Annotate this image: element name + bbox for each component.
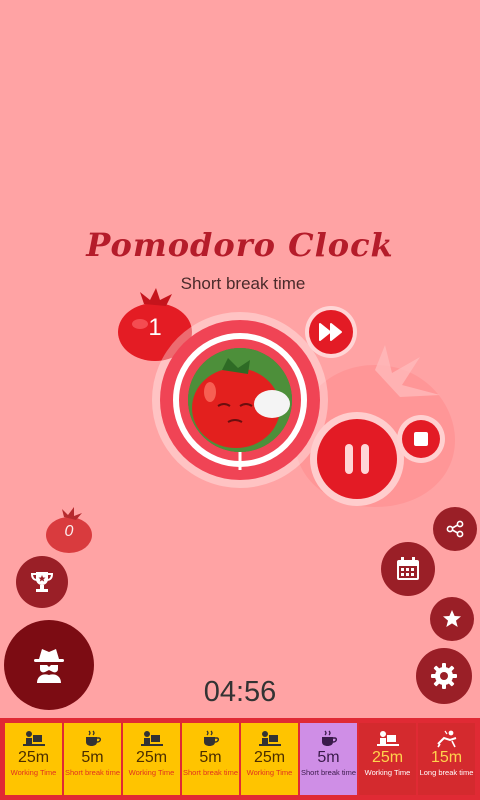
- schedule-item-work-3[interactable]: 25m Working Time: [241, 723, 298, 795]
- schedule-item-minutes: 25m: [371, 749, 404, 766]
- coffee-cup-icon: [85, 730, 101, 746]
- schedule-item-label: Short break time: [182, 768, 239, 777]
- session-status: Short break time: [180, 274, 306, 293]
- schedule-item-minutes: 25m: [135, 749, 168, 766]
- skip-button[interactable]: [305, 306, 357, 358]
- schedule-item-minutes: 25m: [253, 749, 286, 766]
- working-desk-icon: [140, 731, 163, 746]
- schedule-item-label: Working Time: [246, 768, 293, 777]
- schedule-item-minutes: 5m: [199, 749, 222, 766]
- schedule-item-label: Working Time: [10, 768, 57, 777]
- working-desk-icon: [22, 731, 45, 746]
- schedule-item-work-2[interactable]: 25m Working Time: [123, 723, 180, 795]
- sleeping-tomato-icon: [188, 348, 292, 452]
- working-desk-icon: [258, 731, 281, 746]
- schedule-item-break-2[interactable]: 5m Short break time: [182, 723, 239, 795]
- coffee-cup-icon: [203, 730, 219, 746]
- stop-icon: [414, 432, 428, 446]
- schedule-item-work-4[interactable]: 25m Working Time: [359, 723, 416, 795]
- share-button[interactable]: [433, 507, 477, 551]
- schedule-item-label: Working Time: [364, 768, 411, 777]
- calendar-icon: [397, 557, 419, 580]
- achievements-button[interactable]: [16, 556, 68, 608]
- schedule-item-break-1[interactable]: 5m Short break time: [64, 723, 121, 795]
- pause-icon: [345, 444, 369, 474]
- app-title: Pomodoro Clock: [86, 226, 394, 264]
- schedule-item-label: Short break time: [64, 768, 121, 777]
- session-schedule-bar: 25m Working Time 5m Short break time 25m…: [0, 718, 480, 800]
- fast-forward-icon: [319, 323, 342, 341]
- schedule-item-minutes: 5m: [317, 749, 340, 766]
- schedule-item-long-break[interactable]: 15m Long break time: [418, 723, 475, 795]
- tomato-mascot-face: [188, 348, 292, 452]
- schedule-item-label: Working Time: [128, 768, 175, 777]
- stop-button[interactable]: [397, 415, 445, 463]
- star-icon: [443, 610, 461, 627]
- countdown-timer: 04:56: [203, 676, 277, 708]
- schedule-item-minutes: 25m: [17, 749, 50, 766]
- working-desk-icon: [376, 731, 399, 746]
- schedule-item-work-1[interactable]: 25m Working Time: [5, 723, 62, 795]
- coffee-cup-icon: [321, 730, 337, 746]
- pause-button[interactable]: [310, 412, 404, 506]
- schedule-item-minutes: 15m: [430, 749, 463, 766]
- trophy-icon: [30, 572, 54, 592]
- schedule-item-label: Long break time: [419, 768, 474, 777]
- favorite-button[interactable]: [430, 597, 474, 641]
- schedule-item-label: Short break time: [300, 768, 357, 777]
- share-icon: [446, 520, 464, 538]
- lounge-chair-icon: [436, 730, 456, 748]
- secondary-count-value: 0: [64, 523, 74, 540]
- schedule-item-minutes: 5m: [81, 749, 104, 766]
- calendar-button[interactable]: [381, 542, 435, 596]
- schedule-item-break-current[interactable]: 5m Short break time: [300, 723, 357, 795]
- secondary-count-badge[interactable]: 0: [44, 505, 94, 555]
